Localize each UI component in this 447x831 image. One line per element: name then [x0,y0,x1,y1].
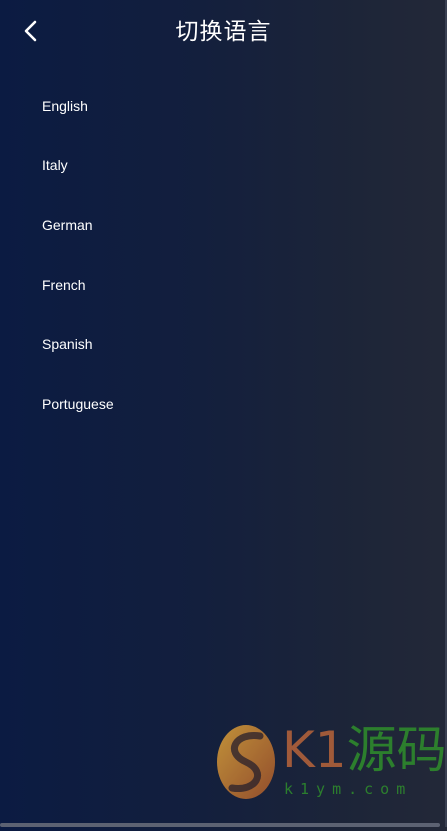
horizontal-scrollbar[interactable] [0,823,440,827]
page-title: 切换语言 [175,18,272,44]
language-item-portuguese[interactable]: Portuguese [0,374,447,434]
header-bar: 切换语言 [0,0,447,62]
language-item-french[interactable]: French [0,255,447,315]
watermark-brand-cn: 源码 [346,721,447,779]
language-item-italy[interactable]: Italy [0,136,447,196]
language-item-german[interactable]: German [0,195,447,255]
watermark-brand: K1源码 [282,722,447,778]
watermark-brand-latin: K1 [282,721,347,779]
language-list: English Italy German French Spanish Port… [0,76,447,434]
language-item-spanish[interactable]: Spanish [0,314,447,374]
language-item-english[interactable]: English [0,76,447,136]
watermark-ball-icon [217,725,275,799]
watermark-domain: k1ym.com [284,780,413,798]
watermark-logo: K1源码 k1ym.com [216,718,447,808]
